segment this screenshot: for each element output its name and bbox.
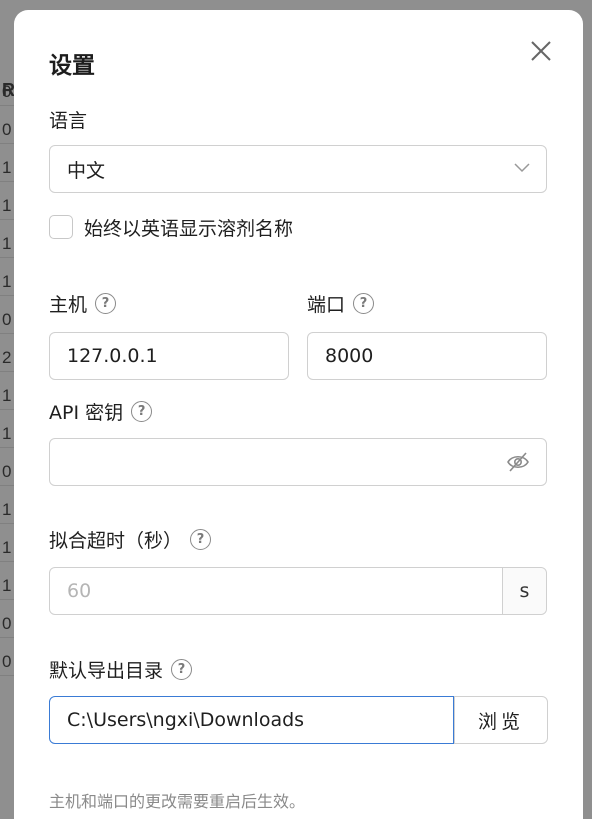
dialog-title: 设置: [49, 53, 95, 79]
unit-suffix: s: [502, 568, 546, 614]
export-dir-label: 默认导出目录 ?: [49, 656, 193, 683]
api-key-label-text: API 密钥: [49, 402, 124, 424]
host-input-value: 127.0.0.1: [67, 345, 158, 367]
language-select[interactable]: 中文: [49, 145, 547, 193]
language-label-text: 语言: [49, 110, 88, 132]
host-label: 主机 ?: [49, 290, 117, 317]
close-icon: [531, 41, 551, 61]
fit-timeout-placeholder: 60: [67, 580, 92, 602]
help-icon[interactable]: ?: [190, 529, 212, 550]
help-icon[interactable]: ?: [171, 659, 193, 680]
settings-dialog: 设置 语言 中文 始终以英语显示溶剂名称 主机 ? 127.0.0.1 端口 ?…: [14, 10, 583, 819]
api-key-input[interactable]: [49, 438, 547, 486]
english-solvent-names-label: 始终以英语显示溶剂名称: [84, 218, 294, 240]
fit-timeout-input[interactable]: 60 s: [49, 567, 547, 615]
port-input[interactable]: 8000: [307, 332, 547, 380]
host-label-text: 主机: [49, 294, 88, 316]
language-label: 语言: [49, 106, 87, 133]
host-input[interactable]: 127.0.0.1: [49, 332, 289, 380]
english-solvent-names-checkbox[interactable]: [49, 215, 73, 239]
port-label-text: 端口: [307, 294, 346, 316]
port-input-value: 8000: [325, 345, 374, 367]
help-icon[interactable]: ?: [131, 401, 153, 422]
fit-timeout-label-text: 拟合超时（秒）: [49, 530, 183, 552]
api-key-label: API 密钥 ?: [49, 398, 153, 425]
chevron-down-icon: [514, 163, 530, 173]
export-dir-label-text: 默认导出目录: [49, 660, 164, 682]
export-dir-input-value: C:\Users\ngxi\Downloads: [67, 709, 305, 731]
close-button[interactable]: [528, 38, 554, 64]
language-selected-value: 中文: [67, 159, 106, 182]
restart-note: 主机和端口的更改需要重启后生效。: [49, 792, 306, 811]
port-label: 端口 ?: [307, 290, 375, 317]
help-icon[interactable]: ?: [353, 293, 375, 314]
help-icon[interactable]: ?: [95, 293, 117, 314]
export-dir-input[interactable]: C:\Users\ngxi\Downloads: [49, 696, 454, 744]
fit-timeout-label: 拟合超时（秒） ?: [49, 526, 212, 553]
eye-off-icon[interactable]: [506, 451, 530, 473]
browse-button[interactable]: 浏览: [454, 696, 548, 744]
